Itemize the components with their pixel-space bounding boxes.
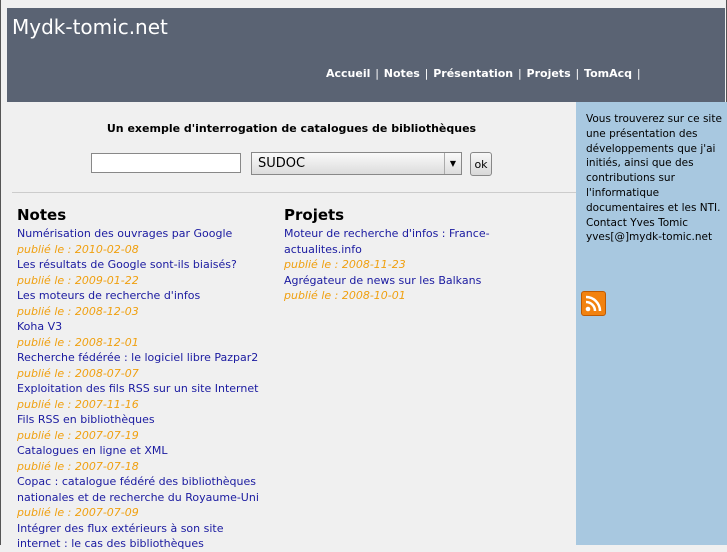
sidebar-text: Vous trouverez sur ce site une présentat… (586, 112, 726, 245)
catalog-select-value: SUDOC (258, 156, 306, 171)
sidebar-email: yves[@]mydk-tomic.net (586, 231, 713, 244)
notes-item-date: publié le : 2008-12-01 (17, 335, 139, 349)
projets-item-date: publié le : 2008-10-01 (284, 289, 406, 302)
projets-list: Moteur de recherche d'infos : France-act… (284, 226, 564, 304)
notes-item-title[interactable]: Catalogues en ligne et XML (17, 443, 267, 459)
search-title: Un exemple d'interrogation de catalogues… (106, 122, 477, 135)
notes-item-date: publié le : 2009-01-22 (17, 273, 139, 287)
notes-item-date: publié le : 2010-02-08 (17, 242, 139, 256)
notes-item-title[interactable]: Les résultats de Google sont-ils biaisés… (17, 257, 267, 273)
notes-column: Notes Numérisation des ouvrages par Goog… (17, 206, 267, 552)
nav-link-accueil[interactable]: Accueil (326, 67, 370, 80)
notes-item-title[interactable]: Intégrer des flux extérieurs à son site … (17, 521, 267, 552)
notes-item-date: publié le : 2007-11-16 (17, 397, 139, 411)
nav-link-projets[interactable]: Projets (527, 67, 571, 80)
notes-item-title[interactable]: Numérisation des ouvrages par Google (17, 226, 267, 242)
notes-heading: Notes (17, 206, 67, 224)
notes-item-date: publié le : 2008-07-07 (17, 366, 139, 380)
catalog-select[interactable]: SUDOC ▼ (251, 152, 462, 175)
sidebar-description: Vous trouverez sur ce site une présentat… (586, 113, 722, 214)
nav-separator: | (575, 67, 580, 80)
site-title: Mydk-tomic.net (12, 15, 168, 39)
projets-column: Projets Moteur de recherche d'infos : Fr… (284, 206, 564, 304)
notes-item-date: publié le : 2008-12-03 (17, 304, 139, 318)
nav-link-tomacq[interactable]: TomAcq (584, 67, 632, 80)
projets-item-date: publié le : 2008-11-23 (284, 258, 406, 271)
notes-item-title[interactable]: Copac : catalogue fédéré des bibliothèqu… (17, 474, 267, 505)
divider (12, 192, 576, 193)
notes-item-title[interactable]: Les moteurs de recherche d'infos (17, 288, 267, 304)
nav-separator: | (636, 67, 641, 80)
notes-list: Numérisation des ouvrages par Google publ… (17, 226, 267, 552)
notes-item-title[interactable]: Exploitation des fils RSS sur un site In… (17, 381, 267, 397)
sidebar: Vous trouverez sur ce site une présentat… (576, 102, 727, 545)
nav-separator: | (517, 67, 522, 80)
nav-separator: | (375, 67, 379, 80)
chevron-down-icon[interactable]: ▼ (444, 153, 461, 174)
search-input[interactable] (91, 153, 241, 173)
projets-heading: Projets (284, 206, 345, 224)
main-nav: Accueil | Notes | Présentation | Projets… (326, 67, 642, 80)
rss-icon[interactable] (581, 291, 606, 316)
notes-item-date: publié le : 2007-07-09 (17, 506, 139, 519)
notes-item-date: publié le : 2007-07-18 (17, 459, 139, 473)
projets-item-title[interactable]: Moteur de recherche d'infos : France-act… (284, 226, 564, 257)
notes-item-date: publié le : 2007-07-19 (17, 428, 139, 442)
nav-link-presentation[interactable]: Présentation (433, 67, 513, 80)
notes-item-title[interactable]: Koha V3 (17, 319, 267, 335)
notes-item-title[interactable]: Fils RSS en bibliothèques (17, 412, 267, 428)
notes-item-title[interactable]: Recherche fédérée : le logiciel libre Pa… (17, 350, 267, 366)
projets-item-title[interactable]: Agrégateur de news sur les Balkans (284, 273, 564, 289)
nav-link-notes[interactable]: Notes (384, 67, 420, 80)
main-content: Un exemple d'interrogation de catalogues… (7, 102, 576, 550)
site-header: Mydk-tomic.net Accueil | Notes | Présent… (7, 8, 725, 102)
sidebar-contact: Contact Yves Tomic (586, 216, 689, 229)
ok-button[interactable]: ok (470, 152, 492, 176)
nav-separator: | (424, 67, 429, 80)
